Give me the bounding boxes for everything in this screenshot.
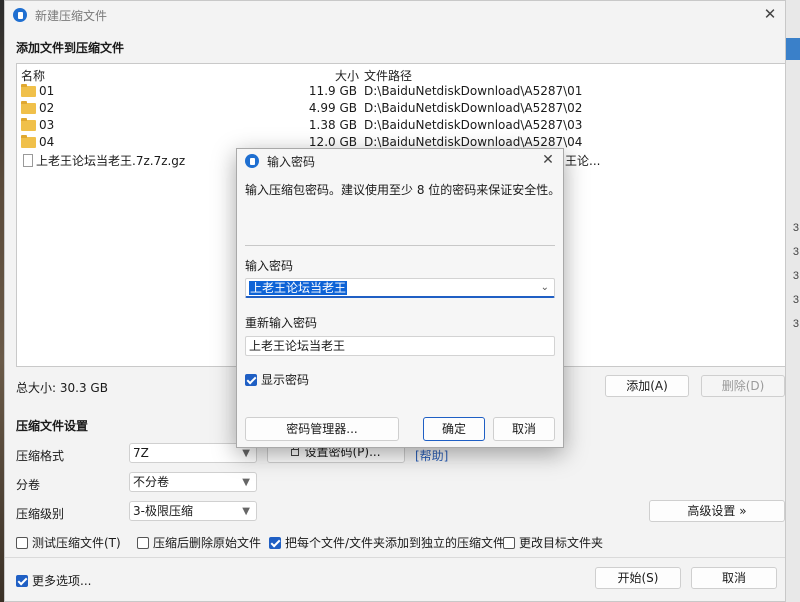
format-label: 压缩格式 [16, 449, 65, 463]
dialog-title-bar: 输入密码 ✕ [237, 149, 563, 173]
file-name: 01 [39, 84, 55, 98]
delete-source-checkbox[interactable]: 压缩后删除原始文件 [137, 534, 261, 551]
volume-label: 分卷 [16, 478, 41, 492]
ok-button[interactable]: 确定 [423, 417, 485, 441]
confirm-password-value: 上老王论坛当老王 [249, 339, 346, 353]
column-header-size[interactable]: 大小 [335, 67, 359, 84]
chevron-down-icon: ▼ [242, 477, 250, 488]
add-files-title: 添加文件到压缩文件 [16, 41, 125, 55]
password-manager-button[interactable]: 密码管理器... [245, 417, 399, 441]
close-icon[interactable]: ✕ [759, 4, 781, 24]
total-size: 总大小: 30.3 GB [16, 381, 108, 395]
file-size: 1.38 GB [308, 118, 357, 132]
checkbox-icon [137, 536, 149, 549]
background-window-right: 3 3 3 3 3 [786, 0, 800, 602]
cancel-button[interactable]: 取消 [691, 567, 777, 589]
more-options-checkbox[interactable]: 更多选项... [16, 572, 91, 589]
confirm-password-input[interactable]: 上老王论坛当老王 [245, 336, 555, 356]
file-path: 王论... [565, 154, 601, 168]
list-item[interactable]: 03 1.38 GB D:\BaiduNetdiskDownload\A5287… [17, 117, 785, 134]
password-value: 上老王论坛当老王 [249, 281, 348, 295]
folder-icon [21, 117, 36, 131]
background-number: 3 [792, 294, 799, 306]
title-bar: 新建压缩文件 ✕ [5, 1, 785, 29]
checkbox-checked-icon [16, 574, 28, 587]
change-target-checkbox[interactable]: 更改目标文件夹 [503, 534, 603, 551]
start-button[interactable]: 开始(S) [595, 567, 681, 589]
show-password-checkbox[interactable]: 显示密码 [245, 371, 309, 388]
file-name: 上老王论坛当老王.7z.7z.gz [36, 154, 186, 168]
file-size: 11.9 GB [308, 84, 357, 98]
file-size: 4.99 GB [308, 101, 357, 115]
checkbox-checked-icon [245, 373, 257, 386]
chevron-down-icon[interactable]: ⌄ [541, 279, 549, 297]
footer-divider [5, 557, 785, 558]
list-item[interactable]: 02 4.99 GB D:\BaiduNetdiskDownload\A5287… [17, 100, 785, 117]
checkbox-checked-icon [269, 536, 281, 549]
test-archive-checkbox[interactable]: 测试压缩文件(T) [16, 534, 121, 551]
password-label: 输入密码 [245, 259, 294, 273]
background-number: 3 [792, 270, 799, 282]
file-name: 02 [39, 101, 55, 115]
background-number: 3 [792, 222, 799, 234]
checkbox-icon [16, 536, 28, 549]
level-select[interactable]: 3-极限压缩 ▼ [129, 501, 257, 521]
folder-icon [21, 83, 36, 97]
help-link[interactable]: [帮助] [415, 447, 448, 464]
confirm-password-label: 重新输入密码 [245, 316, 318, 330]
file-name: 04 [39, 135, 55, 149]
close-icon[interactable]: ✕ [537, 150, 559, 170]
background-number: 3 [792, 318, 799, 330]
app-logo-icon [245, 154, 259, 168]
password-dialog: 输入密码 ✕ 输入压缩包密码。建议使用至少 8 位的密码来保证安全性。 输入密码… [236, 148, 564, 448]
password-input[interactable]: 上老王论坛当老王 ⌄ [245, 278, 555, 298]
background-blue-strip [786, 38, 800, 60]
file-icon [23, 154, 33, 167]
file-path: D:\BaiduNetdiskDownload\A5287\01 [364, 84, 583, 98]
settings-title: 压缩文件设置 [16, 419, 89, 433]
remove-button[interactable]: 删除(D) [701, 375, 785, 397]
chevron-down-icon: ▼ [242, 506, 250, 517]
file-path: D:\BaiduNetdiskDownload\A5287\04 [364, 135, 583, 149]
volume-select[interactable]: 不分卷 ▼ [129, 472, 257, 492]
list-item[interactable]: 01 11.9 GB D:\BaiduNetdiskDownload\A5287… [17, 83, 785, 100]
folder-icon [21, 100, 36, 114]
file-size: 12.0 GB [308, 135, 357, 149]
dialog-title: 输入密码 [267, 154, 316, 169]
file-path: D:\BaiduNetdiskDownload\A5287\03 [364, 118, 583, 132]
column-header-path[interactable]: 文件路径 [364, 67, 412, 84]
file-name: 03 [39, 118, 55, 132]
window-title: 新建压缩文件 [35, 8, 108, 23]
folder-icon [21, 134, 36, 148]
dialog-cancel-button[interactable]: 取消 [493, 417, 555, 441]
separate-archives-checkbox[interactable]: 把每个文件/文件夹添加到独立的压缩文件 [269, 534, 505, 551]
checkbox-icon [503, 536, 515, 549]
level-label: 压缩级别 [16, 507, 65, 521]
add-button[interactable]: 添加(A) [605, 375, 689, 397]
background-number: 3 [792, 246, 799, 258]
dialog-message: 输入压缩包密码。建议使用至少 8 位的密码来保证安全性。 [245, 183, 561, 197]
advanced-settings-button[interactable]: 高级设置 » [649, 500, 785, 522]
app-logo-icon [13, 8, 27, 22]
lock-icon [291, 445, 300, 456]
column-header-name[interactable]: 名称 [21, 67, 45, 84]
file-path: D:\BaiduNetdiskDownload\A5287\02 [364, 101, 583, 115]
volume-value: 不分卷 [133, 475, 170, 489]
level-value: 3-极限压缩 [133, 504, 193, 518]
format-value: 7Z [133, 446, 149, 460]
dialog-divider [245, 245, 555, 246]
